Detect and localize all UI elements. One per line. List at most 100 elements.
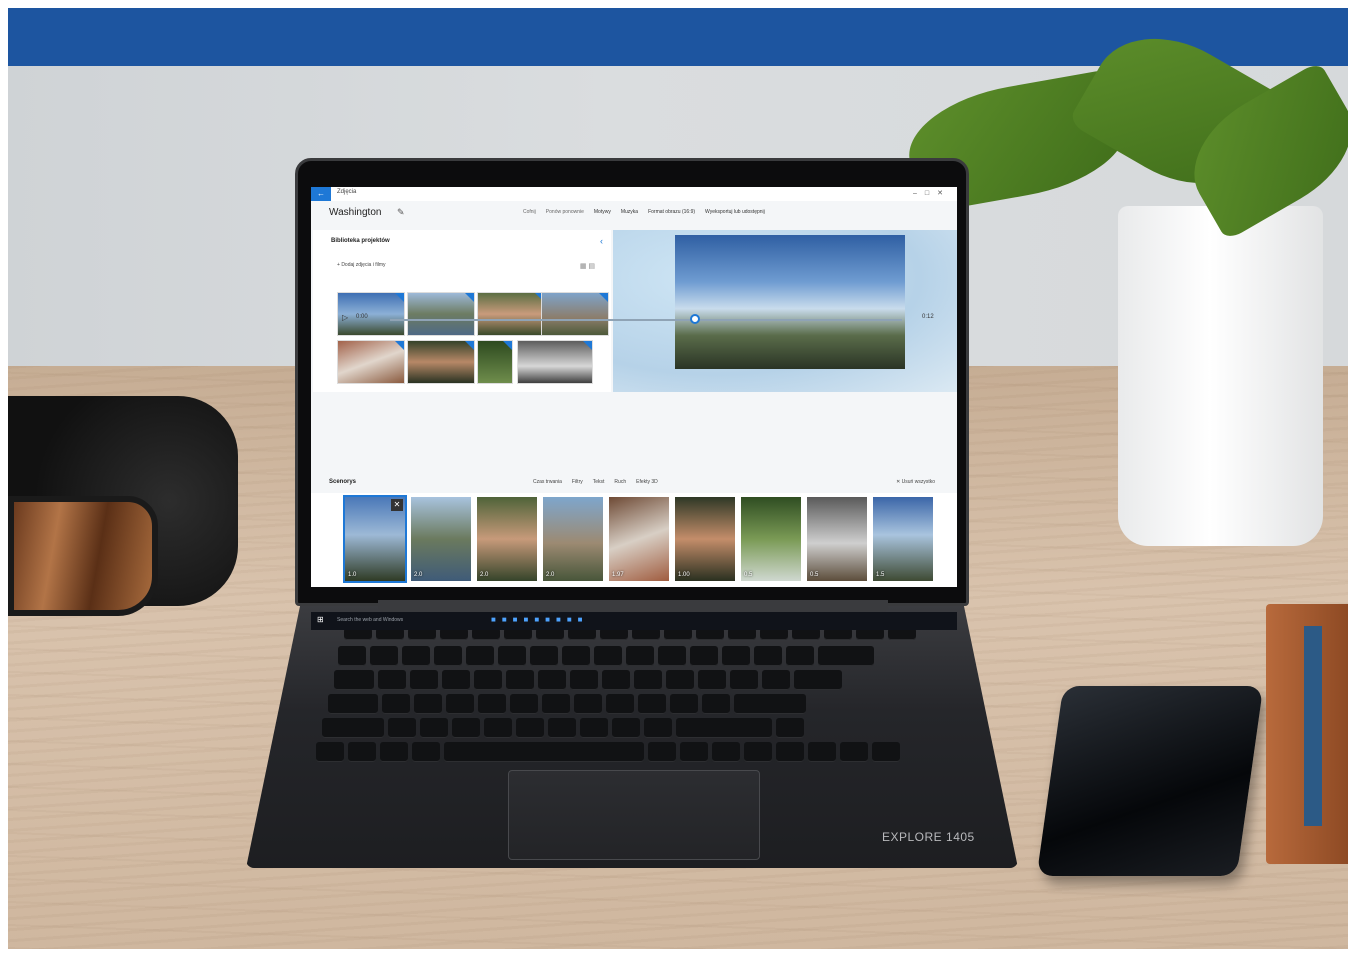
key: [728, 628, 756, 640]
keyboard: [304, 628, 960, 762]
key: [498, 646, 526, 666]
key: [776, 718, 804, 738]
key: [680, 742, 708, 762]
key: [444, 742, 644, 762]
key: [840, 742, 868, 762]
key: [506, 670, 534, 690]
library-thumbnail[interactable]: [407, 292, 475, 336]
library-thumbnail[interactable]: [407, 340, 475, 384]
project-library: Biblioteka projektów ‹ + Dodaj zdjęcia i…: [313, 230, 611, 392]
key: [504, 628, 532, 640]
key: [824, 628, 852, 640]
library-thumbnail[interactable]: [337, 340, 405, 384]
headphone-cup: [8, 496, 158, 616]
key: [696, 628, 724, 640]
current-time: 0:00: [356, 314, 368, 320]
library-thumbnail[interactable]: [477, 340, 513, 384]
key: [888, 628, 916, 640]
library-thumbnail[interactable]: [477, 292, 545, 336]
key: [536, 628, 564, 640]
key: [690, 646, 718, 666]
key: [548, 718, 576, 738]
key: [754, 646, 782, 666]
plant-pot: [1118, 206, 1323, 546]
key: [734, 694, 806, 714]
export-button[interactable]: Wyeksportuj lub udostępnij: [705, 209, 765, 215]
video-preview: [613, 230, 957, 392]
add-media-label: Dodaj zdjęcia i filmy: [341, 262, 386, 268]
key: [722, 646, 750, 666]
music-button[interactable]: Muzyka: [621, 209, 638, 215]
model-label: EXPLORE 1405: [882, 830, 975, 844]
window-controls[interactable]: –□✕: [913, 189, 951, 197]
redo-button[interactable]: Ponów ponownie: [546, 209, 584, 215]
themes-button[interactable]: Motywy: [594, 209, 611, 215]
key: [334, 670, 374, 690]
key: [316, 742, 344, 762]
notebook-band: [1304, 626, 1322, 826]
key: [322, 718, 384, 738]
timeline-scrubber[interactable]: [390, 319, 902, 321]
scrubber-handle[interactable]: [690, 314, 700, 324]
key: [348, 742, 376, 762]
video-frame[interactable]: [675, 235, 905, 369]
add-media-button[interactable]: + Dodaj zdjęcia i filmy: [337, 262, 386, 268]
key: [658, 646, 686, 666]
library-thumbnail[interactable]: [541, 292, 609, 336]
window-titlebar: ← Zdjęcia –□✕: [311, 187, 957, 201]
aspect-ratio-button[interactable]: Format obrazu (16:9): [648, 209, 695, 215]
project-title[interactable]: Washington: [329, 207, 381, 218]
total-time: 0:12: [922, 314, 934, 320]
key: [606, 694, 634, 714]
chevron-left-icon[interactable]: ‹: [600, 236, 603, 246]
play-icon[interactable]: ▷: [342, 313, 348, 322]
key: [594, 646, 622, 666]
back-arrow-icon[interactable]: ←: [311, 187, 331, 201]
key: [626, 646, 654, 666]
key: [370, 646, 398, 666]
key: [442, 670, 470, 690]
key: [380, 742, 408, 762]
key: [666, 670, 694, 690]
brand-logo: Krüger&Matz: [591, 566, 673, 581]
key: [472, 628, 500, 640]
key: [580, 718, 608, 738]
key: [776, 742, 804, 762]
key: [760, 628, 788, 640]
laptop-screen: ← Zdjęcia –□✕ Washington ✎ Cofnij Ponów …: [311, 187, 957, 552]
key: [818, 646, 874, 666]
key: [510, 694, 538, 714]
key: [570, 670, 598, 690]
key: [712, 742, 740, 762]
library-thumbnail[interactable]: [517, 340, 593, 384]
touchpad: [508, 770, 760, 860]
key: [568, 628, 596, 640]
pencil-icon[interactable]: ✎: [397, 207, 405, 218]
key: [600, 628, 628, 640]
key: [664, 628, 692, 640]
key: [632, 628, 660, 640]
undo-button[interactable]: Cofnij: [523, 209, 536, 215]
key: [538, 670, 566, 690]
key: [410, 670, 438, 690]
key: [786, 646, 814, 666]
key: [730, 670, 758, 690]
key: [562, 646, 590, 666]
key: [808, 742, 836, 762]
key: [530, 646, 558, 666]
key: [474, 670, 502, 690]
key: [644, 718, 672, 738]
key: [762, 670, 790, 690]
key: [574, 694, 602, 714]
key: [648, 742, 676, 762]
photo-frame: EXPLORE 1405 Krüger&Matz ← Zdjęcia –□✕ W…: [8, 8, 1348, 949]
key: [434, 646, 462, 666]
key: [612, 718, 640, 738]
app-title: Zdjęcia: [337, 189, 357, 195]
key: [484, 718, 512, 738]
key: [676, 718, 772, 738]
key: [338, 646, 366, 666]
view-toggle-icon[interactable]: ▦ ▤: [580, 262, 595, 270]
toolbar: Cofnij Ponów ponownie Motywy Muzyka Form…: [523, 209, 953, 215]
key: [408, 628, 436, 640]
